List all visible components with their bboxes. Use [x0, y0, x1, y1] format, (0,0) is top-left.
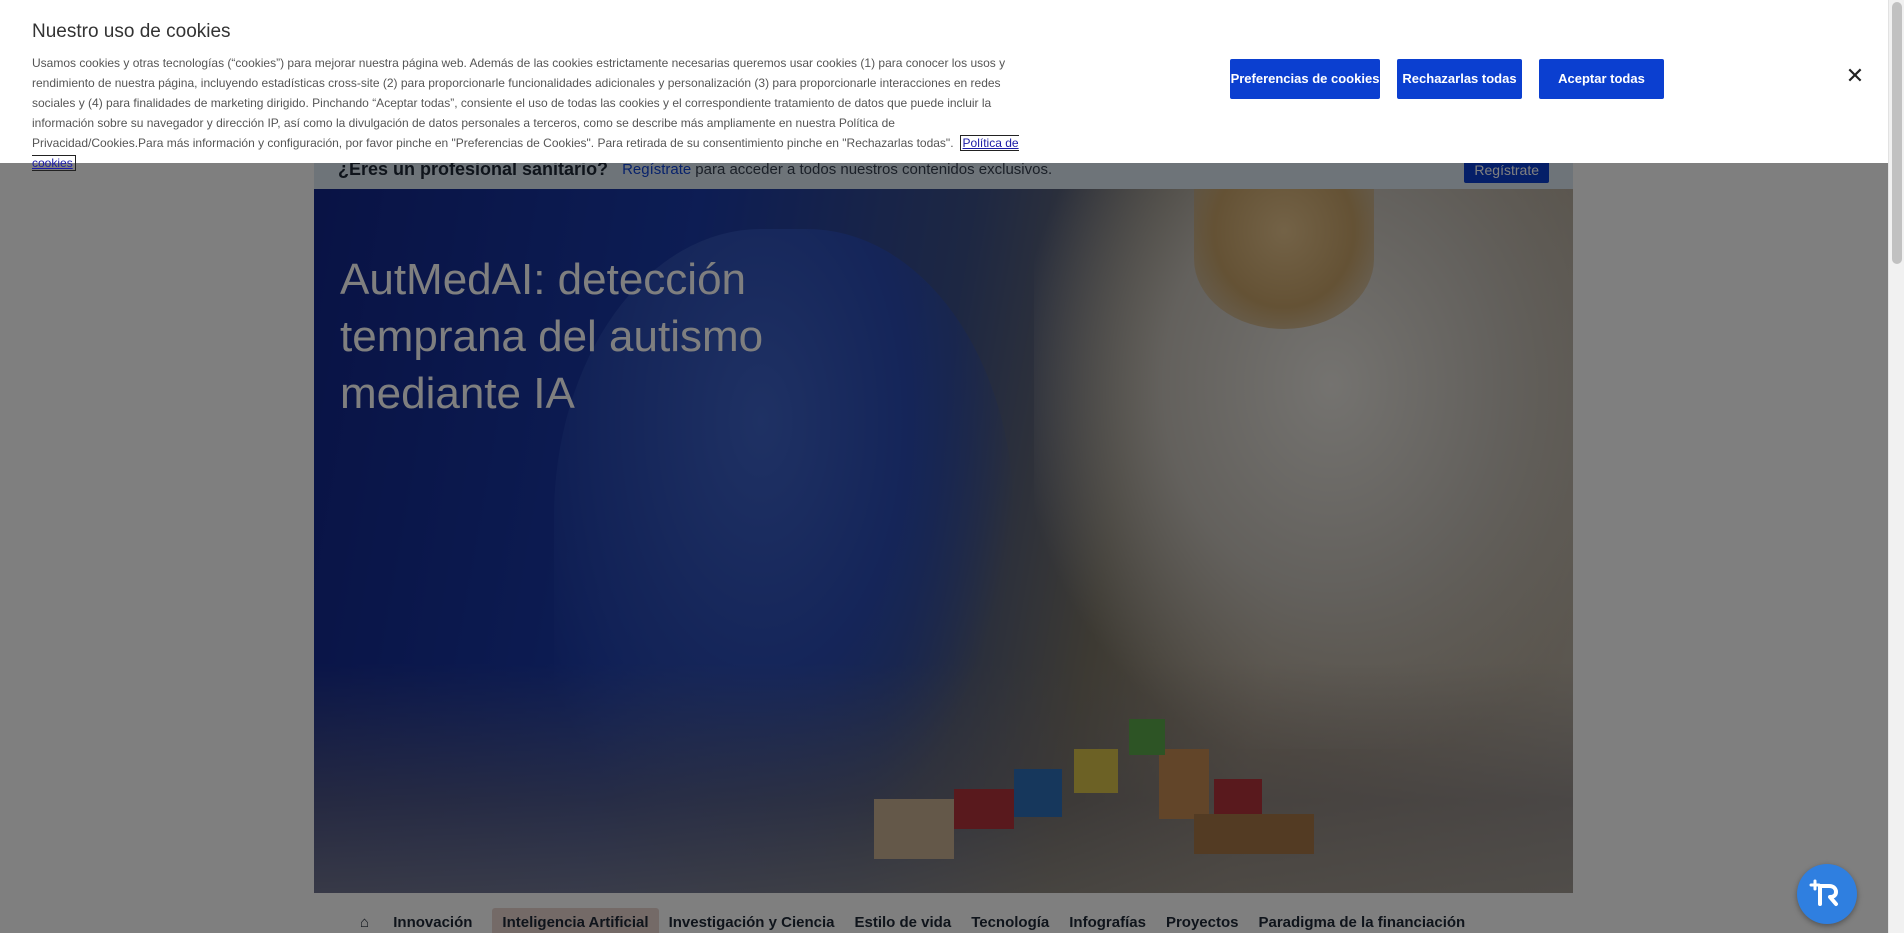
cookie-banner: Nuestro uso de cookies Usamos cookies y …: [0, 0, 1888, 171]
cookie-body-text: Usamos cookies y otras tecnologías (“coo…: [32, 56, 1006, 150]
scrollbar-thumb[interactable]: [1892, 2, 1902, 264]
cookie-banner-text: Usamos cookies y otras tecnologías (“coo…: [32, 53, 1022, 173]
cookie-preferences-button[interactable]: Preferencias de cookies: [1230, 59, 1380, 99]
assistant-icon: [1809, 879, 1838, 906]
page-scrollbar[interactable]: [1888, 0, 1904, 933]
accept-all-button[interactable]: Aceptar todas: [1539, 59, 1664, 99]
assistant-fab-button[interactable]: [1797, 864, 1857, 924]
cookie-banner-title: Nuestro uso de cookies: [32, 21, 231, 42]
close-icon[interactable]: ✕: [1845, 65, 1865, 87]
reject-all-button[interactable]: Rechazarlas todas: [1397, 59, 1522, 99]
